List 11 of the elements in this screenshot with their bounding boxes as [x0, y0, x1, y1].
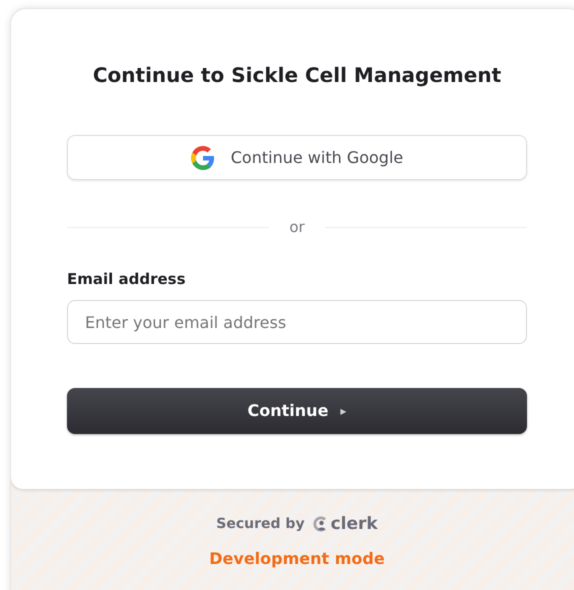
brand-name: clerk: [330, 516, 378, 532]
secured-by-text: Secured by: [216, 514, 305, 534]
clerk-logo-icon: [312, 515, 329, 533]
google-icon: [190, 146, 215, 170]
google-sign-in-button[interactable]: Continue with Google: [67, 135, 527, 180]
divider-label: or: [289, 216, 305, 238]
field-label: Email address: [67, 269, 187, 290]
email-field[interactable]: Enter your email address: [67, 300, 527, 344]
development-mode-label: Development mode: [209, 548, 385, 570]
continue-button[interactable]: Continue ▸: [67, 388, 527, 434]
page-title: Continue to Sickle Cell Management: [92, 62, 502, 89]
